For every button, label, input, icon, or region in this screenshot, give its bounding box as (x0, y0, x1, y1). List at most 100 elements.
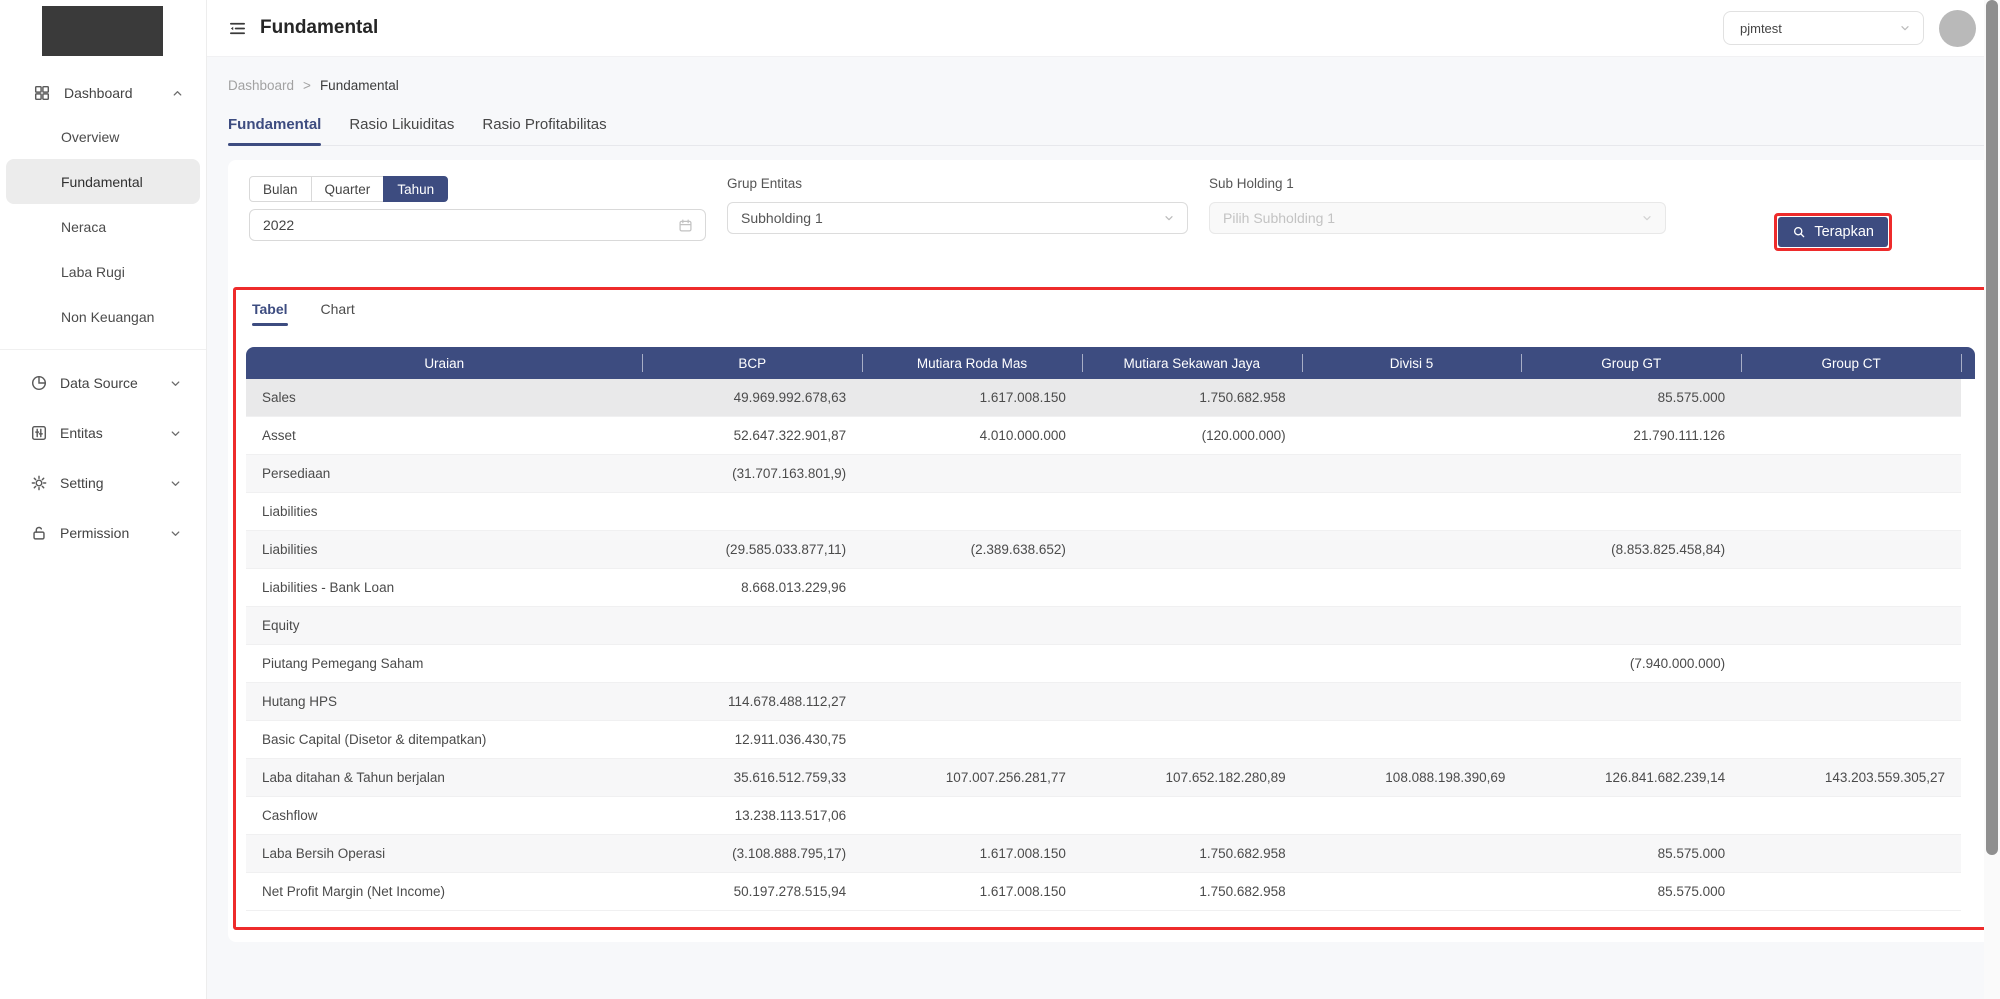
table-cell (1741, 569, 1961, 607)
table-cell: 35.616.512.759,33 (642, 759, 862, 797)
sidebar-item-label: Fundamental (61, 174, 143, 190)
sidebar-item-data-source[interactable]: Data Source (0, 358, 206, 408)
table-cell (862, 493, 1082, 531)
sub-holding-placeholder: Pilih Subholding 1 (1223, 210, 1641, 226)
page-tabs: Fundamental Rasio Likuiditas Rasio Profi… (228, 116, 2000, 146)
user-dropdown-value: pjmtest (1740, 21, 1899, 36)
tab-tabel[interactable]: Tabel (252, 295, 288, 326)
table-cell: 1.750.682.958 (1082, 873, 1302, 911)
toggle-bulan[interactable]: Bulan (249, 176, 312, 202)
table-cell (1741, 455, 1961, 493)
chevron-down-icon (1899, 22, 1911, 34)
row-label: Piutang Pemegang Saham (246, 645, 642, 683)
table-cell (1082, 645, 1302, 683)
table-cell (642, 493, 862, 531)
chevron-down-icon (169, 377, 182, 390)
breadcrumb-parent[interactable]: Dashboard (228, 78, 294, 93)
sidebar-item-label: Dashboard (64, 85, 171, 101)
table-cell: 108.088.198.390,69 (1302, 759, 1522, 797)
breadcrumb-separator: > (303, 78, 311, 93)
sidebar-item-permission[interactable]: Permission (0, 508, 206, 558)
table-cell (1302, 493, 1522, 531)
table-cell: 4.010.000.000 (862, 417, 1082, 455)
table-cell (1741, 873, 1961, 911)
table-cell: 49.969.992.678,63 (642, 379, 862, 417)
page-scrollbar-track[interactable] (1984, 0, 2000, 999)
sidebar-item-neraca[interactable]: Neraca (6, 204, 200, 249)
sidebar-item-label: Setting (60, 475, 169, 491)
table-cell: 1.617.008.150 (862, 835, 1082, 873)
table-row: Liabilities (246, 493, 1975, 531)
row-label: Basic Capital (Disetor & ditempatkan) (246, 721, 642, 759)
table-cell (1741, 797, 1961, 835)
table-row: Hutang HPS114.678.488.112,27 (246, 683, 1975, 721)
table-scroll-gutter-cell (1961, 569, 1975, 607)
table-cell (1302, 835, 1522, 873)
table-cell (1741, 379, 1961, 417)
content-card: Bulan Quarter Tahun 2022 (228, 160, 1993, 942)
filter-row: Bulan Quarter Tahun 2022 (249, 176, 1972, 251)
period-toggle: Bulan Quarter Tahun (249, 176, 706, 202)
user-dropdown[interactable]: pjmtest (1723, 11, 1924, 45)
table-cell: 1.617.008.150 (862, 873, 1082, 911)
content: Dashboard > Fundamental Fundamental Rasi… (207, 57, 2000, 999)
table-row: Liabilities(29.585.033.877,11)(2.389.638… (246, 531, 1975, 569)
sub-holding-select[interactable]: Pilih Subholding 1 (1209, 202, 1666, 234)
table-cell: (31.707.163.801,9) (642, 455, 862, 493)
table-cell: 13.238.113.517,06 (642, 797, 862, 835)
sidebar-item-label: Neraca (61, 219, 106, 235)
search-icon (1792, 225, 1806, 239)
table-cell: 8.668.013.229,96 (642, 569, 862, 607)
table-cell (862, 645, 1082, 683)
table-cell (1082, 531, 1302, 569)
breadcrumb: Dashboard > Fundamental (207, 57, 2000, 93)
table-cell (1302, 607, 1522, 645)
tab-rasio-likuiditas[interactable]: Rasio Likuiditas (349, 116, 454, 146)
table-row: Asset52.647.322.901,874.010.000.000(120.… (246, 417, 1975, 455)
table-section-annotation: Tabel Chart Uraian BCP Mutiara Ro (233, 287, 1988, 930)
tab-rasio-profitabilitas[interactable]: Rasio Profitabilitas (482, 116, 606, 146)
table-scroll-gutter-cell (1961, 721, 1975, 759)
table-scroll-gutter-cell (1961, 493, 1975, 531)
table-cell: 1.750.682.958 (1082, 835, 1302, 873)
sidebar-item-non-keuangan[interactable]: Non Keuangan (6, 294, 200, 339)
table-scroll-gutter-cell (1961, 417, 1975, 455)
column-header-uraian: Uraian (246, 347, 642, 379)
table-body: Sales49.969.992.678,631.617.008.1501.750… (246, 379, 1975, 911)
year-input-value: 2022 (263, 217, 678, 233)
sidebar-item-label: Overview (61, 129, 119, 145)
table-cell (1741, 645, 1961, 683)
sidebar-item-label: Entitas (60, 425, 169, 441)
sidebar-item-setting[interactable]: Setting (0, 458, 206, 508)
apply-button[interactable]: Terapkan (1778, 217, 1888, 247)
column-header-group-ct: Group CT (1741, 347, 1961, 379)
gear-icon (30, 474, 48, 492)
table-scroll-gutter (1961, 347, 1975, 379)
column-header-mutiara-sekawan-jaya: Mutiara Sekawan Jaya (1082, 347, 1302, 379)
chevron-down-icon (169, 527, 182, 540)
table-cell: (29.585.033.877,11) (642, 531, 862, 569)
sidebar-item-fundamental[interactable]: Fundamental (6, 159, 200, 204)
app-root: Dashboard Overview Fundamental Neraca La… (0, 0, 2000, 999)
tab-fundamental[interactable]: Fundamental (228, 116, 321, 146)
menu-icon[interactable] (228, 19, 247, 38)
row-label: Hutang HPS (246, 683, 642, 721)
column-header-group-gt: Group GT (1521, 347, 1741, 379)
dashboard-submenu: Overview Fundamental Neraca Laba Rugi No… (0, 114, 206, 350)
sidebar-item-entitas[interactable]: Entitas (0, 408, 206, 458)
table-cell (1082, 493, 1302, 531)
year-input[interactable]: 2022 (249, 209, 706, 241)
sidebar-item-overview[interactable]: Overview (6, 114, 200, 159)
grup-entitas-select[interactable]: Subholding 1 (727, 202, 1188, 234)
sidebar-item-dashboard[interactable]: Dashboard (0, 72, 206, 114)
toggle-quarter[interactable]: Quarter (311, 176, 385, 202)
chevron-down-icon (169, 477, 182, 490)
calendar-icon (678, 218, 693, 233)
sidebar-item-laba-rugi[interactable]: Laba Rugi (6, 249, 200, 294)
tab-chart[interactable]: Chart (321, 295, 355, 326)
page-scrollbar-thumb[interactable] (1986, 0, 1998, 855)
avatar[interactable] (1939, 10, 1976, 47)
toggle-tahun[interactable]: Tahun (383, 176, 448, 202)
row-label: Cashflow (246, 797, 642, 835)
sidebar-item-label: Non Keuangan (61, 309, 154, 325)
